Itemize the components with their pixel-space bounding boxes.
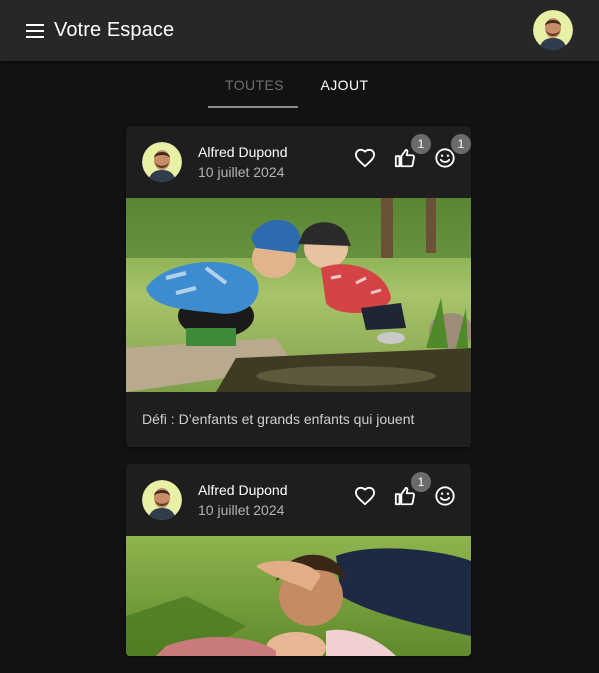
post-date: 10 juillet 2024 (198, 164, 285, 180)
menu-icon[interactable] (24, 20, 46, 42)
post-card: Alfred Dupond 10 juillet 2024 1 1 Défi:… (126, 126, 471, 447)
tab-ajout[interactable]: AJOUT (300, 61, 390, 109)
emoticon-smile-outline-icon[interactable]: 1 (433, 134, 471, 170)
app-title: Votre Espace (54, 19, 175, 41)
post-header: Alfred Dupond 10 juillet 2024 1 1 (126, 126, 471, 198)
post-text: Défi : D’enfants et grands enfants qui j… (142, 411, 415, 427)
post-card: Alfred Dupond 10 juillet 2024 1 (126, 464, 471, 656)
user-avatar[interactable] (533, 10, 573, 50)
tab-toutes[interactable]: TOUTES (210, 61, 300, 109)
smile-count-badge: 1 (451, 134, 471, 154)
tab-indicator (208, 106, 298, 108)
emoticon-smile-outline-icon[interactable] (433, 484, 457, 508)
post-date: 10 juillet 2024 (198, 502, 285, 518)
post-actions: 1 (353, 472, 457, 508)
author-avatar[interactable] (142, 142, 182, 182)
thumb-up-outline-icon[interactable]: 1 (393, 472, 431, 508)
post-meta: Alfred Dupond 10 juillet 2024 (198, 142, 288, 182)
author-avatar[interactable] (142, 480, 182, 520)
post-actions: 1 1 (353, 134, 471, 170)
post-photo[interactable] (126, 198, 471, 392)
post-photo[interactable] (126, 536, 471, 656)
heart-outline-icon[interactable] (353, 484, 377, 508)
thumb-up-outline-icon[interactable]: 1 (393, 134, 431, 170)
tab-bar: TOUTES AJOUT (0, 61, 599, 109)
post-header: Alfred Dupond 10 juillet 2024 1 (126, 464, 471, 536)
post-feed: Alfred Dupond 10 juillet 2024 1 1 Défi:… (126, 126, 471, 673)
post-meta: Alfred Dupond 10 juillet 2024 (198, 480, 288, 520)
thumb-count-badge: 1 (411, 134, 431, 154)
thumb-count-badge: 1 (411, 472, 431, 492)
author-name: Alfred Dupond (198, 144, 288, 160)
heart-outline-icon[interactable] (353, 146, 377, 170)
app-bar: Votre Espace (0, 0, 599, 61)
author-name: Alfred Dupond (198, 482, 288, 498)
